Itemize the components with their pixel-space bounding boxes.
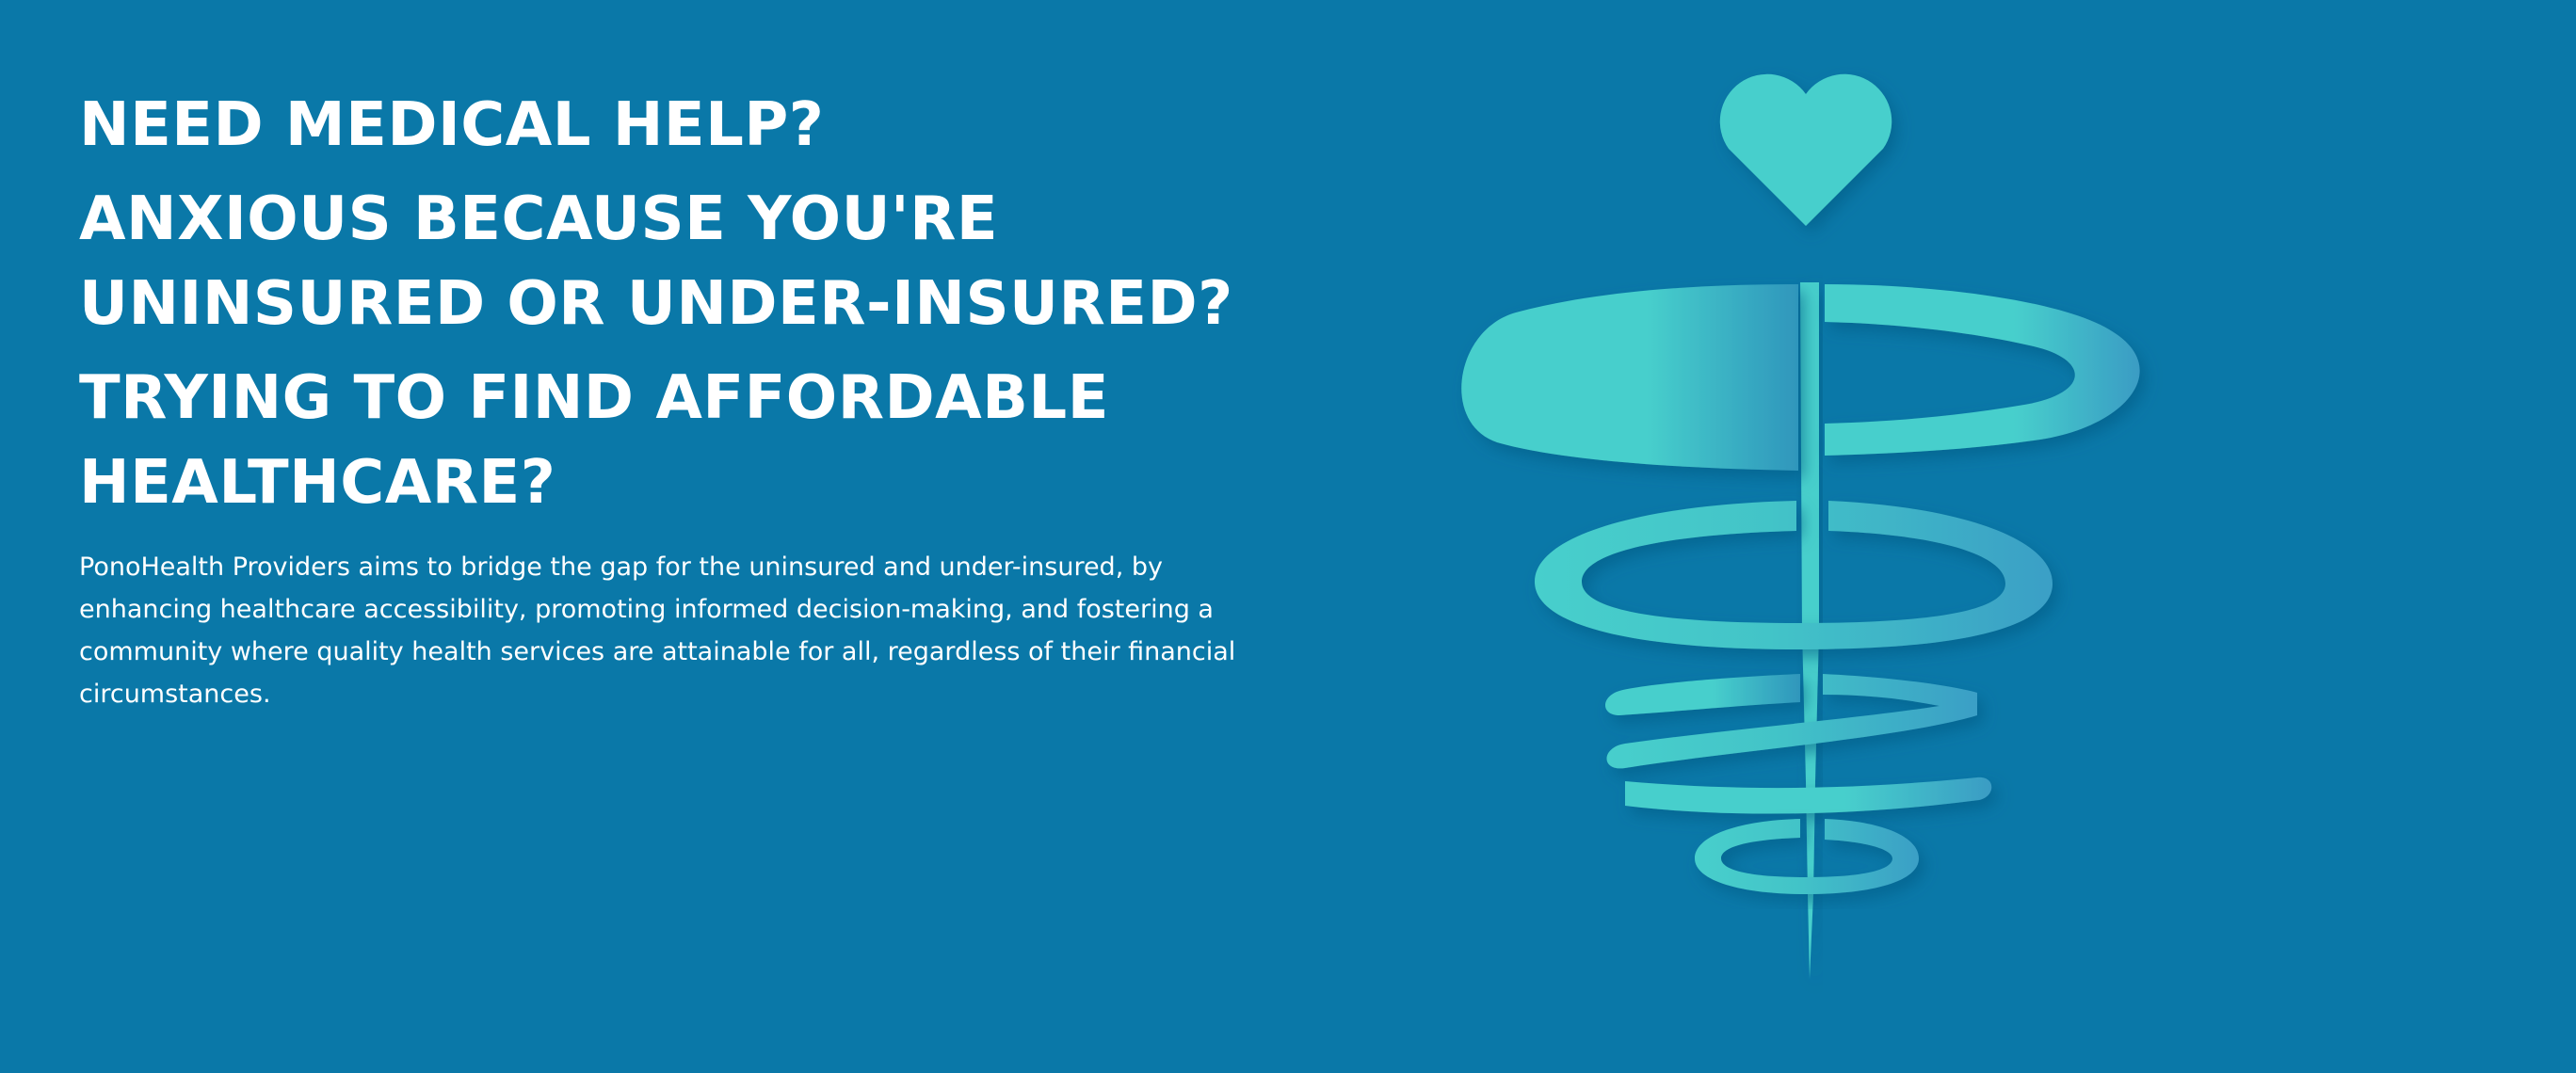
middle-ring-shape [1535,501,2053,649]
hero-section: NEED MEDICAL HELP? ANXIOUS BECAUSE YOU'R… [0,0,2576,1073]
headline-affordable-healthcare: TRYING TO FIND AFFORDABLE HEALTHCARE? [79,363,1109,518]
headline-anxious-uninsured: ANXIOUS BECAUSE YOU'RE UNINSURED OR UNDE… [79,184,1233,339]
lower-zigzag-shape [1605,674,1992,814]
hero-text-block: NEED MEDICAL HELP? ANXIOUS BECAUSE YOU'R… [79,83,1322,715]
hero-description: PonoHealth Providers aims to bridge the … [79,553,1236,709]
heart-icon [1719,73,1892,226]
caduceus-heart-icon [1461,73,2140,979]
headline-need-medical-help: NEED MEDICAL HELP? [79,90,825,160]
